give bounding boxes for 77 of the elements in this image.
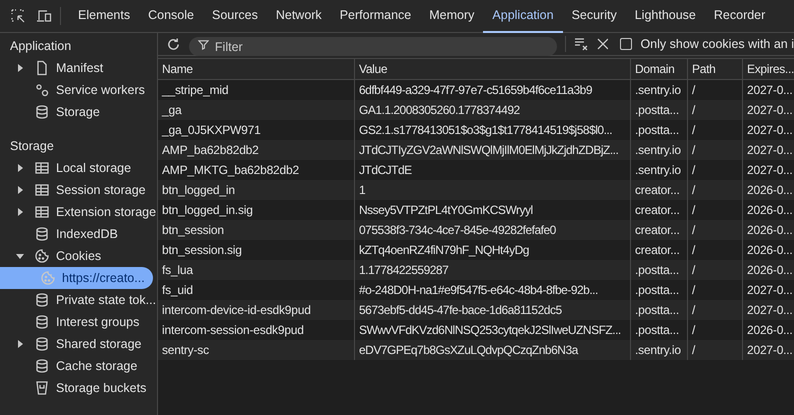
table-cell: .sentry.io — [631, 340, 688, 360]
panel-tab[interactable]: Sources — [202, 0, 267, 32]
column-header[interactable]: Domain — [631, 59, 688, 79]
column-header[interactable]: Value — [355, 59, 631, 79]
database-icon — [34, 292, 50, 308]
sidebar-item-label: Private state tok... — [56, 292, 156, 309]
panel-tab[interactable]: Console — [139, 0, 203, 32]
collapsed-arrow-icon[interactable] — [16, 340, 24, 348]
section-heading: Storage — [9, 138, 55, 155]
sidebar-item[interactable]: Extension storage — [0, 201, 157, 223]
expanded-arrow-icon[interactable] — [16, 252, 24, 260]
sidebar-item-label: Extension storage — [56, 204, 156, 221]
panel-tab[interactable]: Elements — [69, 0, 140, 32]
database-icon — [34, 104, 50, 120]
cookie-icon — [40, 270, 56, 286]
device-toolbar-icon[interactable] — [36, 8, 52, 24]
checkbox[interactable] — [620, 38, 632, 50]
close-icon[interactable] — [596, 38, 608, 50]
checkbox-label: Only show cookies with an i — [640, 36, 794, 53]
database-icon — [34, 226, 50, 242]
sidebar-item[interactable]: Local storage — [0, 157, 157, 179]
sidebar-item-label: Local storage — [56, 160, 132, 177]
sidebar-item[interactable]: Cache storage — [0, 355, 157, 377]
collapsed-arrow-icon[interactable] — [16, 64, 24, 72]
table-icon — [34, 160, 50, 176]
panel-tab[interactable]: Lighthouse — [626, 0, 705, 32]
filter-field[interactable]: Filter — [188, 37, 557, 56]
table-cell: eDV7GPEq7b8GsXZuLQdvpQCzqZnb6N3a — [355, 340, 631, 360]
panel-tab[interactable]: Memory — [420, 0, 484, 32]
sidebar-item[interactable]: Shared storage — [0, 333, 157, 355]
panel-tab[interactable]: Network — [266, 0, 331, 32]
panel-tab[interactable]: Application — [483, 0, 563, 32]
panel-tab[interactable]: Recorder — [704, 0, 774, 32]
table-icon — [34, 182, 50, 198]
collapsed-arrow-icon[interactable] — [16, 186, 24, 194]
column-header[interactable]: Name — [158, 59, 355, 79]
database-icon — [34, 314, 50, 330]
column-header[interactable]: Path — [688, 59, 743, 79]
sidebar-item[interactable]: Session storage — [0, 179, 157, 201]
table-cell: sentry-sc — [158, 340, 355, 360]
cookie-icon — [34, 248, 50, 264]
sidebar-item-label: Storage buckets — [56, 380, 146, 397]
sidebar-item[interactable]: https://creato... — [0, 267, 153, 289]
sidebar-item-label: Session storage — [56, 182, 146, 199]
sidebar-item[interactable]: Interest groups — [0, 311, 157, 333]
database-icon — [34, 358, 50, 374]
sidebar-item[interactable]: IndexedDB — [0, 223, 157, 245]
clear-filtered-icon[interactable] — [574, 37, 589, 51]
table-cell: 2027-0... — [743, 340, 794, 360]
sidebar-item-label: Storage — [56, 104, 100, 121]
sidebar-item[interactable]: Private state tok... — [0, 289, 157, 311]
panel-tab[interactable]: Performance — [330, 0, 420, 32]
collapsed-arrow-icon[interactable] — [16, 164, 24, 172]
sidebar-item-label: IndexedDB — [56, 226, 118, 243]
sidebar-item-label: Manifest — [56, 60, 104, 77]
database-icon — [34, 336, 50, 352]
sidebar-item[interactable]: Storage buckets — [0, 377, 157, 399]
section-heading: Application — [9, 38, 72, 55]
table-cell: / — [688, 340, 743, 360]
bucket-icon — [34, 380, 50, 396]
sidebar-item[interactable]: Cookies — [0, 245, 157, 267]
filter-icon — [198, 38, 209, 50]
gears-icon — [34, 82, 50, 98]
panel-tab[interactable]: Security — [562, 0, 626, 32]
sidebar-item[interactable]: Service workers — [0, 79, 157, 101]
sidebar-item-label: Shared storage — [56, 336, 142, 353]
refresh-icon[interactable] — [166, 36, 181, 52]
table-icon — [34, 204, 50, 220]
collapsed-arrow-icon[interactable] — [16, 208, 24, 216]
sidebar-item[interactable]: Storage — [0, 101, 157, 123]
sidebar-item-label: Cache storage — [56, 358, 138, 375]
inspect-icon[interactable] — [10, 8, 26, 24]
sidebar-item-label: Interest groups — [56, 314, 140, 331]
sidebar-item-label: Cookies — [56, 248, 102, 265]
column-header[interactable]: Expires... — [743, 59, 794, 79]
sidebar-item-label: Service workers — [56, 82, 145, 99]
sidebar-item[interactable]: Manifest — [0, 57, 157, 79]
